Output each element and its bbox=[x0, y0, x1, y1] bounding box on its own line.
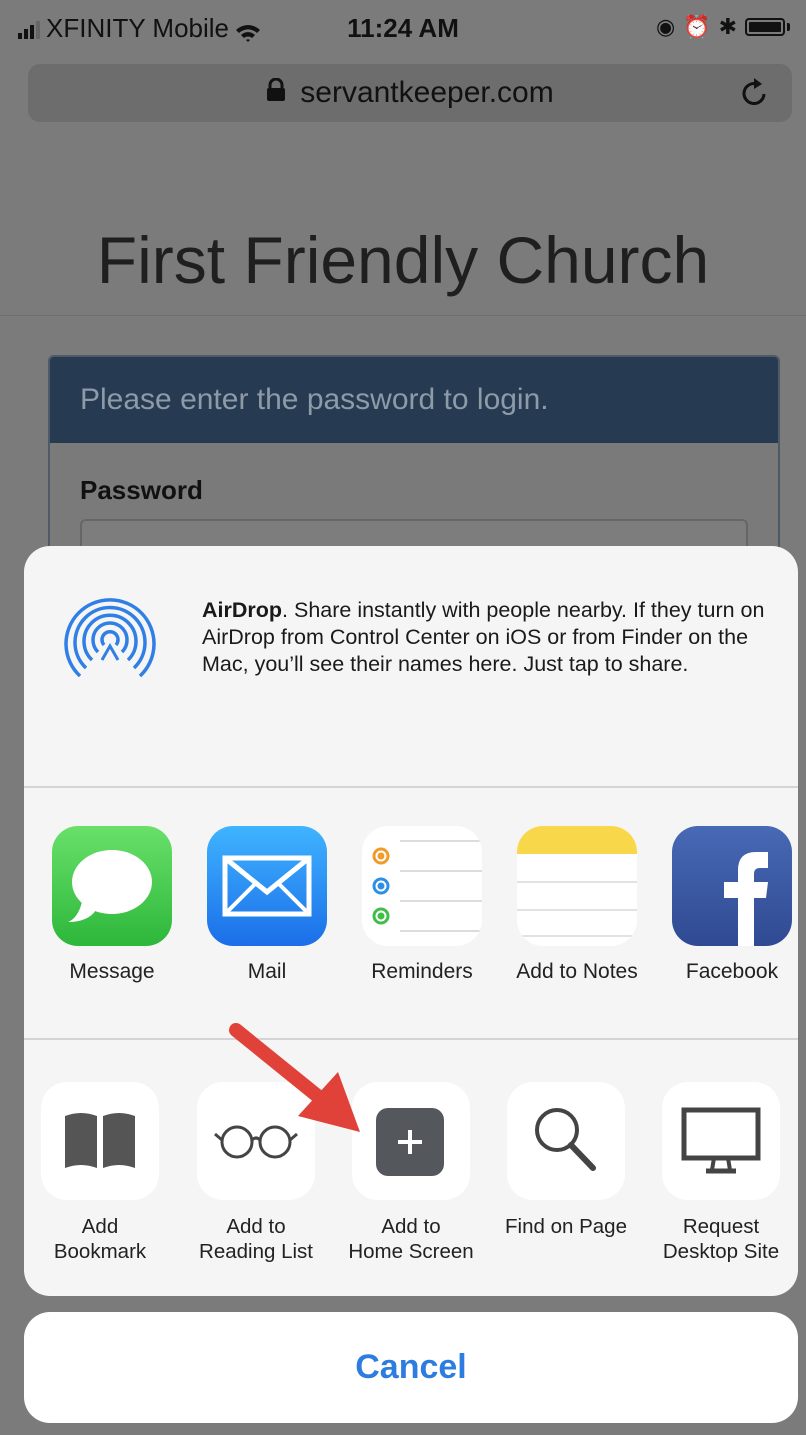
share-app-reminders[interactable]: Reminders bbox=[352, 826, 492, 984]
action-label-line1: Add to bbox=[381, 1215, 441, 1238]
reminders-icon bbox=[362, 826, 482, 946]
monitor-icon bbox=[662, 1082, 780, 1200]
address-bar[interactable]: servantkeeper.com bbox=[28, 64, 792, 122]
action-label-line1: Request bbox=[682, 1215, 760, 1238]
action-label: Add Bookmark bbox=[24, 1214, 180, 1264]
action-label: Request Desktop Site bbox=[641, 1214, 798, 1264]
battery-icon bbox=[745, 18, 785, 36]
magnifier-icon bbox=[507, 1082, 625, 1200]
status-icons: ◉ ⏰ ✱ bbox=[656, 14, 790, 40]
login-prompt: Please enter the password to login. bbox=[50, 357, 778, 443]
action-label-line2: Bookmark bbox=[53, 1240, 147, 1263]
status-bar: XFINITY Mobile 11:24 AM ◉ ⏰ ✱ bbox=[0, 0, 806, 56]
facebook-icon bbox=[672, 826, 792, 946]
book-icon bbox=[41, 1082, 159, 1200]
airdrop-icon bbox=[60, 594, 160, 694]
battery-tip bbox=[787, 23, 790, 31]
orientation-lock-icon: ◉ bbox=[655, 14, 676, 39]
app-label: Message bbox=[69, 960, 155, 983]
notes-icon bbox=[517, 826, 637, 946]
annotation-arrow-icon bbox=[228, 1020, 368, 1140]
messages-icon bbox=[52, 826, 172, 946]
action-label-line2: Home Screen bbox=[348, 1240, 474, 1263]
action-label: Add to Reading List bbox=[176, 1214, 336, 1264]
airdrop-description: AirDrop. Share instantly with people nea… bbox=[202, 597, 772, 678]
share-sheet: AirDrop. Share instantly with people nea… bbox=[24, 546, 798, 1296]
share-app-facebook[interactable]: Facebook bbox=[662, 826, 798, 984]
share-app-mail[interactable]: Mail bbox=[197, 826, 337, 984]
action-row: Add Bookmark Add to Reading List Add to Hom… bbox=[24, 1082, 798, 1282]
app-label: Reminders bbox=[371, 960, 473, 983]
plus-square-icon bbox=[352, 1082, 470, 1200]
airdrop-body: . Share instantly with people nearby. If… bbox=[202, 598, 765, 676]
app-label: Add to Notes bbox=[516, 960, 638, 983]
action-request-desktop-site[interactable]: Request Desktop Site bbox=[641, 1082, 798, 1264]
action-label-line2: Reading List bbox=[199, 1240, 313, 1263]
action-label-line1: Add bbox=[81, 1215, 119, 1238]
airdrop-title: AirDrop bbox=[202, 598, 283, 622]
lock-icon bbox=[266, 76, 286, 110]
action-find-on-page[interactable]: Find on Page bbox=[486, 1082, 646, 1239]
action-label: Find on Page bbox=[486, 1214, 646, 1239]
action-label: Add to Home Screen bbox=[331, 1214, 491, 1264]
action-label-line2: Desktop Site bbox=[662, 1240, 780, 1263]
sheet-divider-1 bbox=[24, 786, 798, 788]
app-row: Message Mail Reminders Add to Notes Face… bbox=[24, 826, 798, 986]
alarm-icon: ⏰ bbox=[683, 14, 711, 39]
page-title: First Friendly Church bbox=[96, 223, 710, 297]
action-label-line1: Find on Page bbox=[505, 1215, 627, 1238]
sheet-divider-2 bbox=[24, 1038, 798, 1040]
app-label: Mail bbox=[247, 960, 287, 983]
url-text: servantkeeper.com bbox=[300, 76, 554, 109]
reload-icon[interactable] bbox=[740, 76, 770, 116]
share-app-notes[interactable]: Add to Notes bbox=[507, 826, 647, 984]
app-label: Facebook bbox=[685, 960, 779, 983]
share-app-message[interactable]: Message bbox=[42, 826, 182, 984]
password-label: Password bbox=[80, 475, 203, 505]
action-label-line1: Add to bbox=[226, 1215, 286, 1238]
cancel-button[interactable]: Cancel bbox=[24, 1312, 798, 1423]
bluetooth-icon: ✱ bbox=[718, 14, 737, 39]
mail-icon bbox=[207, 826, 327, 946]
airdrop-section[interactable]: AirDrop. Share instantly with people nea… bbox=[24, 546, 798, 786]
header-divider bbox=[0, 315, 806, 316]
action-add-bookmark[interactable]: Add Bookmark bbox=[24, 1082, 180, 1264]
